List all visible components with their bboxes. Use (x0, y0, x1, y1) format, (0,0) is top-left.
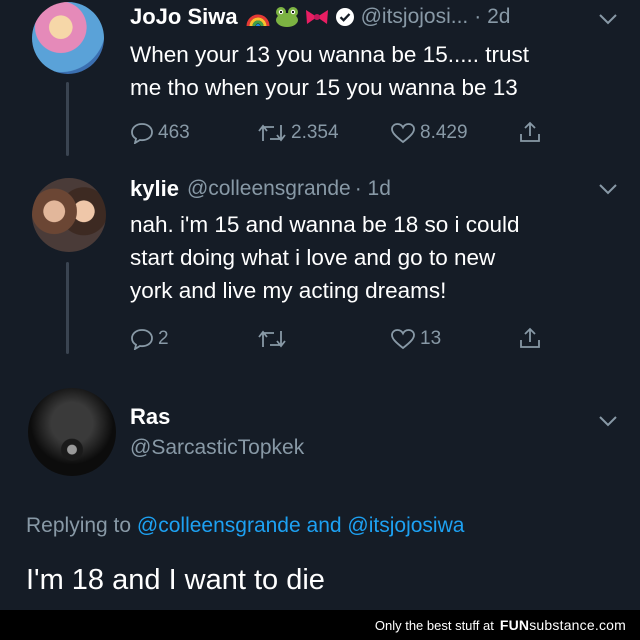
footer-tagline: Only the best stuff at (374, 617, 494, 633)
tweet1-share-icon[interactable] (518, 120, 542, 149)
tweet2-reply-count: 2 (158, 328, 169, 349)
tweet2-reply-button[interactable]: 2 (130, 328, 169, 350)
brand-tld: .com (594, 617, 626, 633)
tweet3-chevron-down-icon[interactable] (598, 414, 618, 432)
heart-icon (391, 329, 415, 350)
retweet-icon (258, 124, 286, 142)
tweet1-handle[interactable]: @itsjojosi... (361, 5, 469, 29)
tweet1-reply-button[interactable]: 463 (130, 122, 190, 144)
tweet1-name[interactable]: JoJo Siwa (130, 4, 238, 30)
tweet1-text-line: me tho when your 15 you wanna be 13 (130, 75, 518, 100)
tweet3-handle[interactable]: @SarcasticTopkek (130, 436, 304, 460)
replying-user-link[interactable]: @itsjojosiwa (347, 514, 464, 537)
heart-icon (391, 123, 415, 144)
tweet2-header: kylie @colleensgrande · 1d (130, 176, 391, 202)
frog-emoji (274, 6, 300, 28)
tweet1-retweet-button[interactable]: 2.354 (257, 122, 339, 144)
tweet2-text: nah. i'm 15 and wanna be 18 so i could s… (130, 208, 610, 307)
tweet2-text-line: york and live my acting dreams! (130, 278, 447, 303)
brand-fun: FUN (499, 617, 530, 633)
tweet2-text-line: nah. i'm 15 and wanna be 18 so i could (130, 212, 520, 237)
tweet1-chevron-down-icon[interactable] (598, 12, 618, 30)
verified-badge-icon (335, 7, 355, 27)
replying-user-link[interactable]: @colleensgrande (137, 514, 301, 537)
ras-avatar[interactable] (28, 388, 116, 476)
tweet1-header: JoJo Siwa @itsjojosi... · 2d (130, 4, 510, 30)
tweet1-time[interactable]: · 2d (474, 5, 510, 29)
replying-to-line: Replying to @colleensgrande and @itsjojo… (26, 514, 464, 538)
watermark-footer: Only the best stuff at FUNsubstance.com (0, 610, 640, 640)
tweet1-text: When your 13 you wanna be 15..... trust … (130, 38, 610, 104)
reply-icon (131, 329, 153, 350)
tweet1-retweet-count: 2.354 (291, 122, 339, 143)
tweet2-text-line: start doing what i love and go to new (130, 245, 496, 270)
replying-to-label: Replying to (26, 514, 132, 537)
tweet2-share-icon[interactable] (518, 326, 542, 355)
tweet2-retweet-button[interactable] (257, 328, 291, 350)
kylie-avatar[interactable] (32, 178, 106, 252)
retweet-icon (258, 330, 286, 348)
tweet2-name[interactable]: kylie (130, 176, 179, 202)
tweet3-text: I'm 18 and I want to die (26, 564, 325, 596)
tweet2-time[interactable]: · 1d (355, 177, 391, 201)
tweet1-text-line: When your 13 you wanna be 15..... trust (130, 42, 529, 67)
bow-emoji (304, 6, 330, 28)
jojo-avatar[interactable] (32, 2, 104, 74)
tweet2-like-button[interactable]: 13 (390, 328, 441, 350)
rainbow-emoji (246, 6, 270, 28)
tweet2-chevron-down-icon[interactable] (598, 182, 618, 200)
tweet2-like-count: 13 (420, 328, 442, 349)
reply-icon (131, 123, 153, 144)
replying-and-label: and (306, 514, 342, 537)
tweet2-handle[interactable]: @colleensgrande (187, 177, 351, 201)
footer-brand[interactable]: FUNsubstance.com (500, 617, 626, 633)
thread-line (66, 262, 69, 354)
tweet1-like-button[interactable]: 8.429 (390, 122, 468, 144)
thread-line (66, 82, 69, 156)
tweet1-like-count: 8.429 (420, 122, 468, 143)
tweet1-reply-count: 463 (158, 122, 190, 143)
brand-substance: substance (529, 617, 595, 633)
tweet3-name[interactable]: Ras (130, 404, 170, 430)
